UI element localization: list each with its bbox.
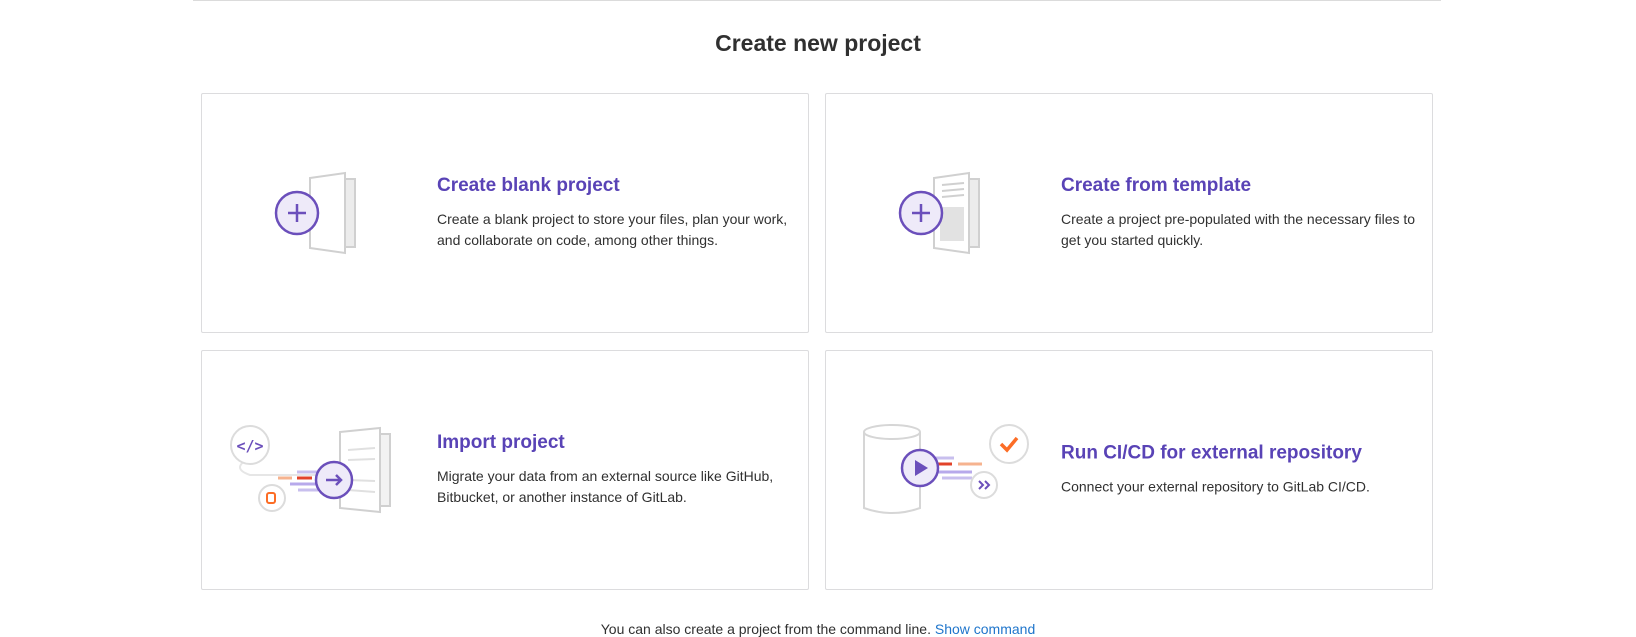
blank-project-illustration-icon (230, 163, 410, 263)
template-project-illustration-icon (854, 163, 1034, 263)
card-title[interactable]: Run CI/CD for external repository (1061, 443, 1422, 465)
top-divider (193, 0, 1441, 1)
import-project-illustration-icon: </> (230, 420, 410, 520)
card-description: Migrate your data from an external sourc… (437, 468, 774, 505)
card-title[interactable]: Create from template (1061, 175, 1422, 197)
run-cicd-external-repo-card[interactable]: Run CI/CD for external repository Connec… (825, 350, 1433, 590)
cicd-illustration-icon (854, 420, 1034, 520)
card-description: Create a project pre-populated with the … (1061, 211, 1416, 248)
show-command-link[interactable]: Show command (935, 621, 1035, 637)
command-line-hint-text: You can also create a project from the c… (600, 621, 931, 637)
command-line-hint: You can also create a project from the c… (0, 621, 1636, 637)
card-title[interactable]: Import project (437, 432, 798, 454)
card-description: Create a blank project to store your fil… (437, 211, 788, 248)
import-project-card[interactable]: </> Import project Migrate your data fro… (201, 350, 809, 590)
create-blank-project-card[interactable]: Create blank project Create a blank proj… (201, 93, 809, 333)
create-from-template-card[interactable]: Create from template Create a project pr… (825, 93, 1433, 333)
card-title[interactable]: Create blank project (437, 175, 798, 197)
page-title: Create new project (715, 30, 921, 56)
card-description: Connect your external repository to GitL… (1061, 478, 1370, 495)
svg-text:</>: </> (236, 437, 263, 455)
